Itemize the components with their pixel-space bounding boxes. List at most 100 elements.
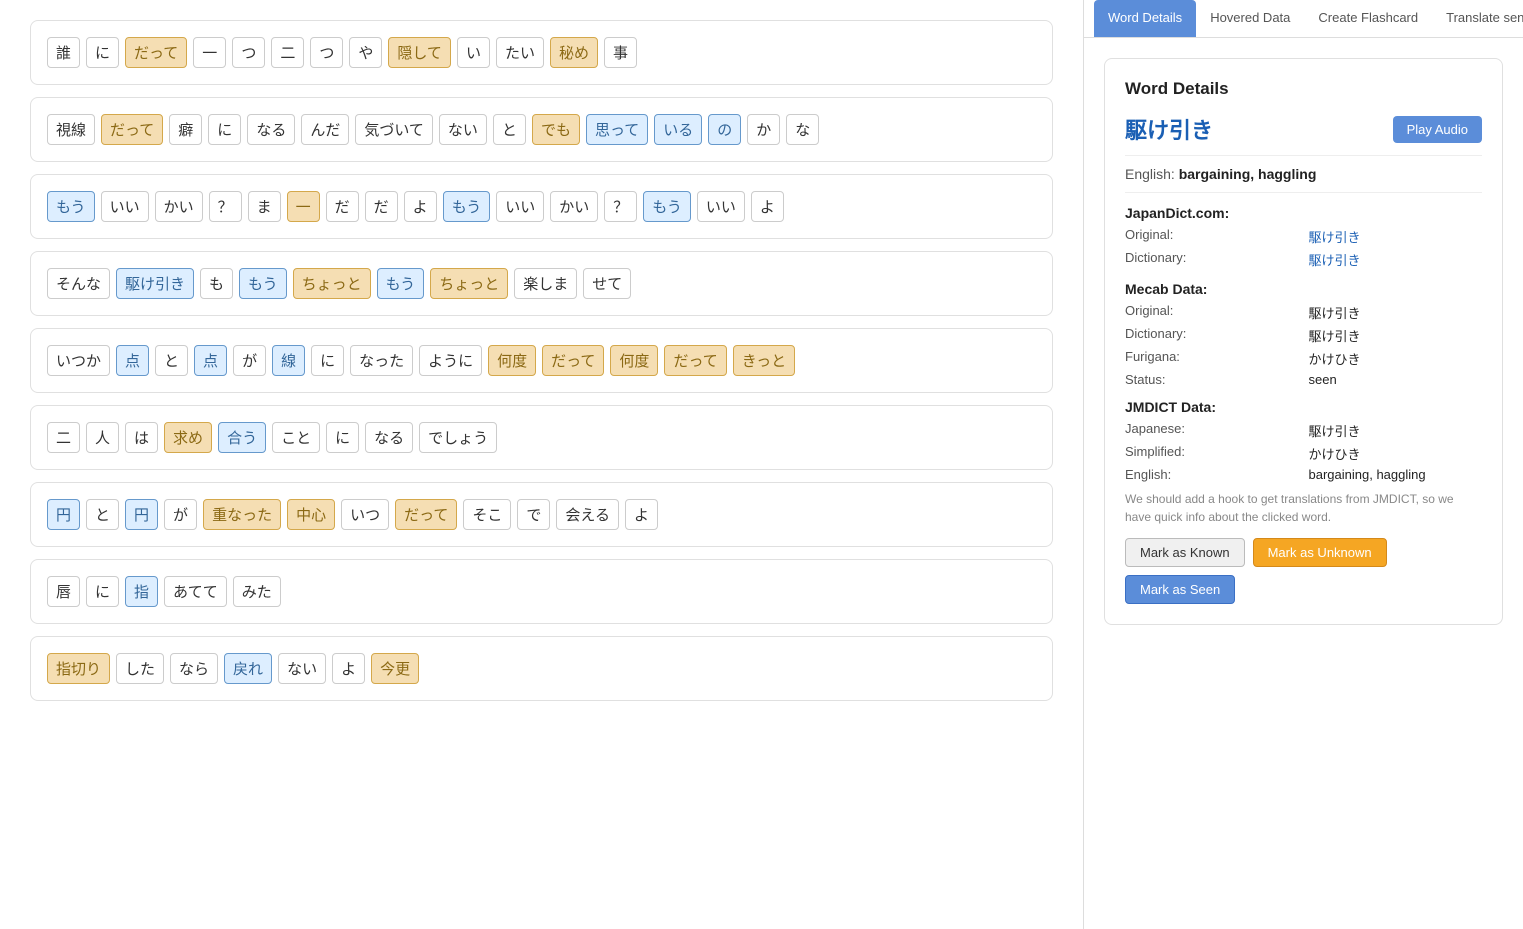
token[interactable]: だって <box>395 499 457 530</box>
token[interactable]: んだ <box>301 114 349 145</box>
original-link[interactable]: 駆け引き <box>1309 230 1361 245</box>
token[interactable]: 気づいて <box>355 114 433 145</box>
token[interactable]: あてて <box>164 576 227 607</box>
token[interactable]: もう <box>239 268 287 299</box>
token[interactable]: 二 <box>47 422 80 453</box>
token[interactable]: に <box>326 422 359 453</box>
token[interactable]: ない <box>439 114 487 145</box>
token[interactable]: 誰 <box>47 37 80 68</box>
token[interactable]: ま <box>248 191 281 222</box>
token[interactable]: いる <box>654 114 702 145</box>
token[interactable]: なった <box>350 345 413 376</box>
token[interactable]: の <box>708 114 741 145</box>
token[interactable]: よ <box>404 191 437 222</box>
tab-hovered-data[interactable]: Hovered Data <box>1196 0 1304 37</box>
token[interactable]: 秘め <box>550 37 598 68</box>
token[interactable]: 指 <box>125 576 158 607</box>
tab-word-details[interactable]: Word Details <box>1094 0 1196 37</box>
token[interactable]: 点 <box>116 345 149 376</box>
token[interactable]: 今更 <box>371 653 419 684</box>
token[interactable]: よ <box>625 499 658 530</box>
token[interactable]: 思って <box>586 114 648 145</box>
token[interactable]: よ <box>751 191 784 222</box>
token[interactable]: よ <box>332 653 365 684</box>
token[interactable]: 視線 <box>47 114 95 145</box>
token[interactable]: 何度 <box>610 345 658 376</box>
token[interactable]: 戻れ <box>224 653 272 684</box>
token[interactable]: かい <box>155 191 203 222</box>
tab-translate-sentence[interactable]: Translate sentence <box>1432 0 1523 37</box>
token[interactable]: みた <box>233 576 281 607</box>
token[interactable]: 一 <box>193 37 226 68</box>
token[interactable]: が <box>164 499 197 530</box>
token[interactable]: ない <box>278 653 326 684</box>
token[interactable]: いい <box>697 191 745 222</box>
token[interactable]: と <box>155 345 188 376</box>
token[interactable]: 合う <box>218 422 266 453</box>
token[interactable]: こと <box>272 422 320 453</box>
token[interactable]: だ <box>326 191 359 222</box>
token[interactable]: だって <box>125 37 187 68</box>
token[interactable]: 円 <box>47 499 80 530</box>
token[interactable]: 会える <box>556 499 619 530</box>
token[interactable]: した <box>116 653 164 684</box>
token[interactable]: もう <box>643 191 691 222</box>
token[interactable]: 唇 <box>47 576 80 607</box>
token[interactable]: かい <box>550 191 598 222</box>
token[interactable]: 重なった <box>203 499 281 530</box>
token[interactable]: に <box>86 576 119 607</box>
token[interactable]: ちょっと <box>430 268 508 299</box>
token[interactable]: 点 <box>194 345 227 376</box>
token[interactable]: 隠して <box>388 37 451 68</box>
token[interactable]: 楽しま <box>514 268 577 299</box>
token[interactable]: いい <box>101 191 149 222</box>
play-audio-button[interactable]: Play Audio <box>1393 116 1482 143</box>
token[interactable]: だって <box>542 345 604 376</box>
tab-create-flashcard[interactable]: Create Flashcard <box>1304 0 1432 37</box>
token[interactable]: なる <box>365 422 413 453</box>
mark-unknown-button[interactable]: Mark as Unknown <box>1253 538 1387 567</box>
token[interactable]: 人 <box>86 422 119 453</box>
token[interactable]: 一 <box>287 191 320 222</box>
token[interactable]: そんな <box>47 268 110 299</box>
token[interactable]: 指切り <box>47 653 110 684</box>
token[interactable]: 二 <box>271 37 304 68</box>
token[interactable]: いい <box>496 191 544 222</box>
token[interactable]: 癖 <box>169 114 202 145</box>
dictionary-link[interactable]: 駆け引き <box>1309 253 1361 268</box>
token[interactable]: ちょっと <box>293 268 371 299</box>
token[interactable]: 線 <box>272 345 305 376</box>
token[interactable]: もう <box>47 191 95 222</box>
token[interactable]: い <box>457 37 490 68</box>
token[interactable]: でしょう <box>419 422 497 453</box>
token[interactable]: なら <box>170 653 218 684</box>
token[interactable]: 事 <box>604 37 637 68</box>
token[interactable]: つ <box>310 37 343 68</box>
token[interactable]: もう <box>443 191 491 222</box>
token[interactable]: きっと <box>733 345 795 376</box>
token[interactable]: な <box>786 114 819 145</box>
token[interactable]: だって <box>664 345 726 376</box>
token[interactable]: に <box>311 345 344 376</box>
token[interactable]: や <box>349 37 382 68</box>
token[interactable]: でも <box>532 114 580 145</box>
token[interactable]: が <box>233 345 266 376</box>
token[interactable]: だ <box>365 191 398 222</box>
token[interactable]: ？ <box>209 191 242 222</box>
token[interactable]: と <box>86 499 119 530</box>
mark-seen-button[interactable]: Mark as Seen <box>1125 575 1235 604</box>
token[interactable]: つ <box>232 37 265 68</box>
token[interactable]: いつ <box>341 499 389 530</box>
token[interactable]: もう <box>377 268 425 299</box>
token[interactable]: で <box>517 499 550 530</box>
token[interactable]: ように <box>419 345 482 376</box>
token[interactable]: は <box>125 422 158 453</box>
token[interactable]: せて <box>583 268 631 299</box>
token[interactable]: か <box>747 114 780 145</box>
token[interactable]: ？ <box>604 191 637 222</box>
mark-known-button[interactable]: Mark as Known <box>1125 538 1245 567</box>
token[interactable]: と <box>493 114 526 145</box>
token[interactable]: 何度 <box>488 345 536 376</box>
token[interactable]: 円 <box>125 499 158 530</box>
token[interactable]: も <box>200 268 233 299</box>
